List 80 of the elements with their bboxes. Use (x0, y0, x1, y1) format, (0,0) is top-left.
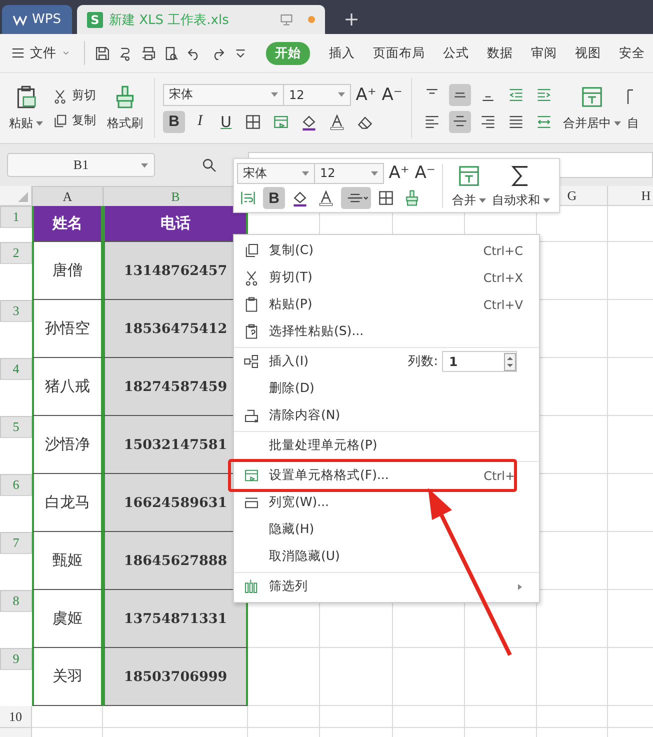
grow-font-button[interactable]: A⁺ (388, 162, 410, 184)
table-cell: 18503706999 (103, 648, 248, 706)
menu-item[interactable]: 插入(I) 列数: 1 (234, 347, 539, 375)
caret-icon (271, 92, 278, 97)
spinner-icon[interactable] (504, 352, 516, 370)
caret-icon (371, 170, 378, 176)
new-tab-icon[interactable] (343, 11, 360, 28)
table-cell (465, 648, 537, 706)
cut-button[interactable]: 剪切 (52, 87, 96, 104)
menu-item[interactable]: 设置单元格格式(F)... Ctrl+ (234, 461, 539, 489)
row-header[interactable]: 10 (0, 706, 32, 728)
scissors-icon (52, 88, 68, 104)
shrink-font-button[interactable]: A⁻ (414, 162, 436, 184)
ribbon-tab[interactable]: 视图 (568, 42, 608, 64)
columns-icon (243, 578, 260, 595)
bold-button[interactable]: B (263, 187, 285, 209)
print-icon[interactable] (140, 44, 157, 62)
corner-triangle-icon (18, 192, 28, 202)
italic-button[interactable]: I (189, 110, 211, 132)
font-size-dropdown[interactable]: 12 (283, 84, 351, 106)
caret-icon (338, 92, 345, 97)
clipboard-question-icon (243, 323, 260, 340)
table-cell: 电话 (103, 206, 248, 242)
ribbon-tab[interactable]: 公式 (436, 42, 476, 64)
file-menu[interactable]: 文件 (10, 44, 72, 62)
name-box[interactable]: B1 (7, 153, 155, 177)
eraser-icon (243, 407, 260, 424)
table-cell (248, 648, 320, 706)
autosum-button[interactable]: 自 (624, 82, 639, 134)
table-cell: 姓名 (32, 206, 103, 242)
copy-button[interactable]: 复制 (52, 112, 96, 129)
print-preview-icon[interactable] (163, 44, 180, 62)
format-painter-button[interactable]: 格式刷 (104, 82, 146, 134)
table-cell (537, 648, 608, 706)
ribbon-tab[interactable]: 页面布局 (366, 42, 432, 64)
submenu-arrow-icon (517, 582, 523, 590)
save-icon[interactable] (94, 44, 111, 62)
merge-button[interactable]: 合并 (449, 160, 489, 210)
table-cell (393, 648, 465, 706)
monitor-icon[interactable] (279, 12, 294, 27)
align-center-icon[interactable] (341, 187, 371, 209)
font-size-dropdown[interactable]: 12 (314, 162, 384, 184)
ribbon-tab[interactable]: 数据 (480, 42, 520, 64)
copy-icon (52, 112, 68, 128)
copy-icon (243, 242, 260, 259)
bold-button[interactable]: B (163, 110, 185, 132)
ribbon-tab[interactable]: 插入 (322, 42, 362, 64)
caret-icon (543, 198, 550, 202)
document-title: 新建 XLS 工作表.xls (109, 12, 230, 28)
column-count-label: 列数: (408, 353, 438, 370)
search-icon[interactable] (201, 156, 218, 174)
merge-center-button[interactable]: 合并居中 (560, 82, 624, 134)
align-center-icon[interactable] (449, 110, 471, 132)
table-cell: 13754871331 (103, 590, 248, 648)
ribbon-tab[interactable]: 安全 (612, 42, 652, 64)
column-header[interactable]: H (608, 186, 653, 205)
column-count-field[interactable]: 1 (442, 351, 517, 372)
insert-icon (243, 353, 260, 370)
ribbon-tab[interactable]: 审阅 (524, 42, 564, 64)
caret-icon (479, 198, 486, 202)
column-header[interactable]: A (32, 186, 103, 208)
spreadsheet-logo: S (87, 12, 103, 28)
paste-button[interactable]: 粘贴 (6, 82, 46, 134)
font-dropdown[interactable]: 宋体 (163, 84, 284, 106)
cell-format-icon (243, 467, 260, 484)
grow-font-button[interactable]: A⁺ (355, 84, 377, 106)
app-tab[interactable]: WPS (2, 5, 72, 34)
align-middle-icon[interactable] (449, 84, 471, 106)
caret-icon (141, 163, 148, 168)
clipboard-icon (243, 296, 260, 313)
underline-button[interactable]: U (215, 110, 237, 132)
font-dropdown[interactable]: 宋体 (237, 162, 315, 184)
menu-item[interactable]: 批量处理单元格(P) (234, 431, 539, 459)
caret-icon (36, 121, 43, 126)
scissors-icon (243, 269, 260, 286)
merge-cells-icon (579, 84, 605, 110)
menu-item[interactable]: 筛选列 (234, 572, 539, 600)
caret-icon (302, 170, 309, 176)
shrink-font-button[interactable]: A⁻ (381, 84, 403, 106)
caret-icon (614, 121, 621, 126)
